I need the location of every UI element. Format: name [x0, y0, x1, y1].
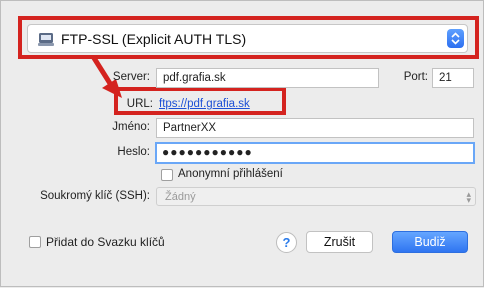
ssh-value: Žádný [165, 191, 196, 203]
anonymous-label: Anonymní přihlášení [178, 168, 283, 180]
port-label: Port: [403, 71, 428, 83]
port-field[interactable]: 21 [432, 68, 474, 88]
help-button[interactable]: ? [276, 232, 297, 253]
password-mask: ●●●●●●●●●●● [162, 145, 253, 159]
ssh-key-select[interactable]: Žádný ▴ ▾ [156, 187, 476, 206]
server-value: pdf.grafia.sk [163, 72, 226, 84]
ssh-label: Soukromý klíč (SSH): [40, 190, 150, 202]
port-value: 21 [439, 72, 452, 84]
chevron-updown-icon: ▴ ▾ [466, 189, 471, 205]
username-field[interactable]: PartnerXX [156, 118, 474, 138]
url-label: URL: [126, 98, 153, 110]
cancel-button[interactable]: Zrušit [306, 231, 373, 253]
server-field[interactable]: pdf.grafia.sk [156, 68, 379, 88]
keychain-label: Přidat do Svazku klíčů [46, 235, 165, 249]
password-label: Heslo: [117, 146, 150, 158]
password-field[interactable]: ●●●●●●●●●●● [155, 142, 475, 164]
username-label: Jméno: [112, 121, 150, 133]
keychain-checkbox[interactable] [29, 236, 41, 248]
username-value: PartnerXX [163, 122, 217, 134]
ok-button[interactable]: Budiž [392, 231, 468, 253]
connection-dialog: FTP-SSL (Explicit AUTH TLS) Server: pdf.… [0, 0, 484, 287]
url-link[interactable]: ftps://pdf.grafia.sk [159, 98, 250, 110]
anonymous-checkbox[interactable] [161, 169, 173, 181]
server-label: Server: [112, 71, 150, 83]
